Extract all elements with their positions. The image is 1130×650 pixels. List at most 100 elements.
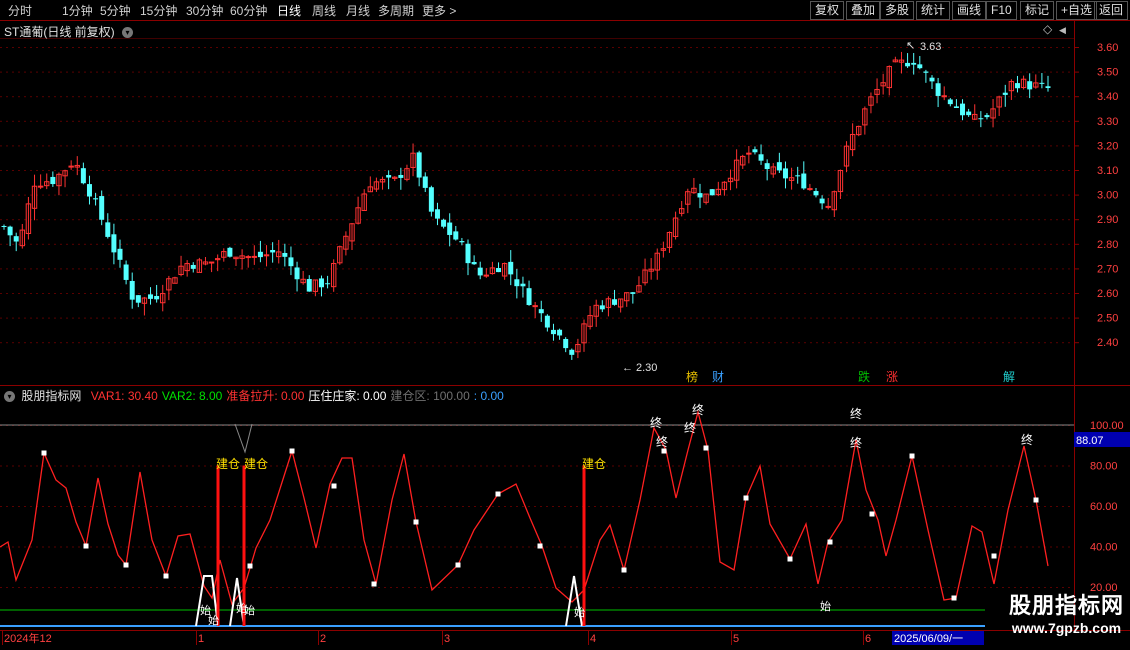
price-gridline-dot: [42, 243, 44, 245]
candle-body: [428, 187, 434, 212]
price-gridline-dot: [594, 47, 596, 48]
price-gridline-dot: [792, 145, 794, 147]
ind-gridline-dot: [888, 506, 890, 507]
ind-tick-label-2: 60.00: [1090, 501, 1118, 513]
ind-gridline-dot: [1068, 546, 1070, 548]
price-gridline-dot: [18, 219, 20, 221]
price-gridline-dot: [966, 342, 968, 344]
price-gridline-dot: [420, 342, 422, 344]
price-gridline-dot: [390, 145, 392, 147]
ind-gridline-dot: [636, 465, 638, 467]
price-gridline-dot: [48, 268, 50, 270]
price-gridline-dot: [294, 145, 296, 147]
price-gridline-dot: [1044, 219, 1046, 221]
price-gridline-dot: [864, 342, 866, 344]
price-gridline-dot: [834, 219, 836, 221]
price-gridline-dot: [222, 219, 224, 221]
ind-gridline-dot: [1020, 465, 1022, 467]
price-gridline-dot: [996, 71, 998, 73]
ind-gridline-dot: [798, 465, 800, 467]
price-gridline-dot: [750, 194, 752, 196]
price-gridline-dot: [252, 47, 254, 48]
price-gridline-dot: [138, 120, 140, 122]
ind-gridline-dot: [930, 465, 932, 467]
price-gridline-dot: [198, 145, 200, 147]
price-gridline-dot: [954, 71, 956, 73]
price-gridline-dot: [702, 145, 704, 147]
dropdown-icon[interactable]: ▾: [122, 27, 134, 39]
ind-gridline-dot: [378, 546, 380, 548]
candle-body: [251, 255, 258, 258]
price-gridline-dot: [270, 120, 272, 122]
ind-gridline-dot: [642, 546, 644, 548]
price-gridline-dot: [78, 96, 80, 98]
price-tick: [1074, 219, 1079, 221]
price-gridline-dot: [1026, 194, 1028, 196]
ind-gridline-dot: [474, 506, 476, 507]
price-gridline-dot: [540, 96, 542, 98]
price-gridline-dot: [870, 194, 872, 196]
ind-gridline-dot: [732, 546, 734, 548]
price-gridline-dot: [258, 96, 260, 98]
price-gridline-dot: [882, 293, 884, 294]
price-gridline-dot: [762, 71, 764, 73]
price-gridline-dot: [180, 243, 182, 245]
price-gridline-dot: [336, 96, 338, 98]
candle-body: [1039, 82, 1045, 84]
price-gridline-dot: [114, 71, 116, 73]
price-gridline-dot: [282, 243, 284, 245]
price-gridline-dot: [444, 47, 446, 48]
price-gridline-dot: [114, 268, 116, 270]
price-gridline-dot: [726, 170, 728, 171]
price-gridline-dot: [576, 293, 578, 294]
price-gridline-dot: [612, 194, 614, 196]
price-gridline-dot: [852, 268, 854, 270]
ind-gridline-dot: [354, 506, 356, 507]
price-gridline-dot: [960, 71, 962, 73]
ind-gridline-dot: [132, 587, 134, 588]
price-gridline-dot: [618, 243, 620, 245]
ind-gridline-dot: [486, 546, 488, 548]
price-gridline-dot: [552, 194, 554, 196]
price-gridline-dot: [474, 71, 476, 73]
price-gridline-dot: [1068, 96, 1070, 98]
ind-gridline-dot: [846, 506, 848, 507]
price-gridline-dot: [528, 120, 530, 122]
price-gridline-dot: [1068, 170, 1070, 171]
ind-gridline-dot: [456, 465, 458, 467]
price-gridline-dot: [606, 342, 608, 344]
price-gridline-dot: [0, 96, 2, 98]
price-gridline-dot: [456, 293, 458, 294]
price-gridline-dot: [18, 96, 20, 98]
price-gridline-dot: [48, 47, 50, 48]
price-gridline-dot: [996, 243, 998, 245]
price-gridline-dot: [690, 96, 692, 98]
price-gridline-dot: [960, 47, 962, 48]
price-gridline-dot: [1020, 342, 1022, 344]
ind-gridline-dot: [96, 587, 98, 588]
price-gridline-dot: [438, 71, 440, 73]
price-gridline-dot: [378, 243, 380, 245]
price-gridline-dot: [888, 268, 890, 270]
price-gridline-dot: [756, 317, 758, 319]
price-gridline-dot: [12, 194, 14, 196]
var1-marker-14: [703, 445, 709, 451]
ind-gridline-dot: [504, 506, 506, 507]
ind-gridline-dot: [126, 587, 128, 588]
price-gridline-dot: [360, 47, 362, 48]
price-gridline-dot: [288, 47, 290, 48]
price-gridline-dot: [138, 243, 140, 245]
indicator-menu-icon[interactable]: ▾: [4, 391, 15, 403]
price-tick: [1074, 317, 1079, 319]
ind-gridline-dot: [978, 587, 980, 588]
price-gridline-dot: [258, 243, 260, 245]
price-gridline-dot: [684, 219, 686, 221]
price-gridline-dot: [426, 243, 428, 245]
price-gridline-dot: [144, 47, 146, 48]
price-tick-label-1: 3.50: [1097, 67, 1118, 79]
ind-gridline-dot: [96, 506, 98, 507]
price-gridline-dot: [366, 71, 368, 73]
price-gridline-dot: [30, 47, 32, 48]
price-gridline-dot: [876, 194, 878, 196]
price-gridline-dot: [498, 120, 500, 122]
